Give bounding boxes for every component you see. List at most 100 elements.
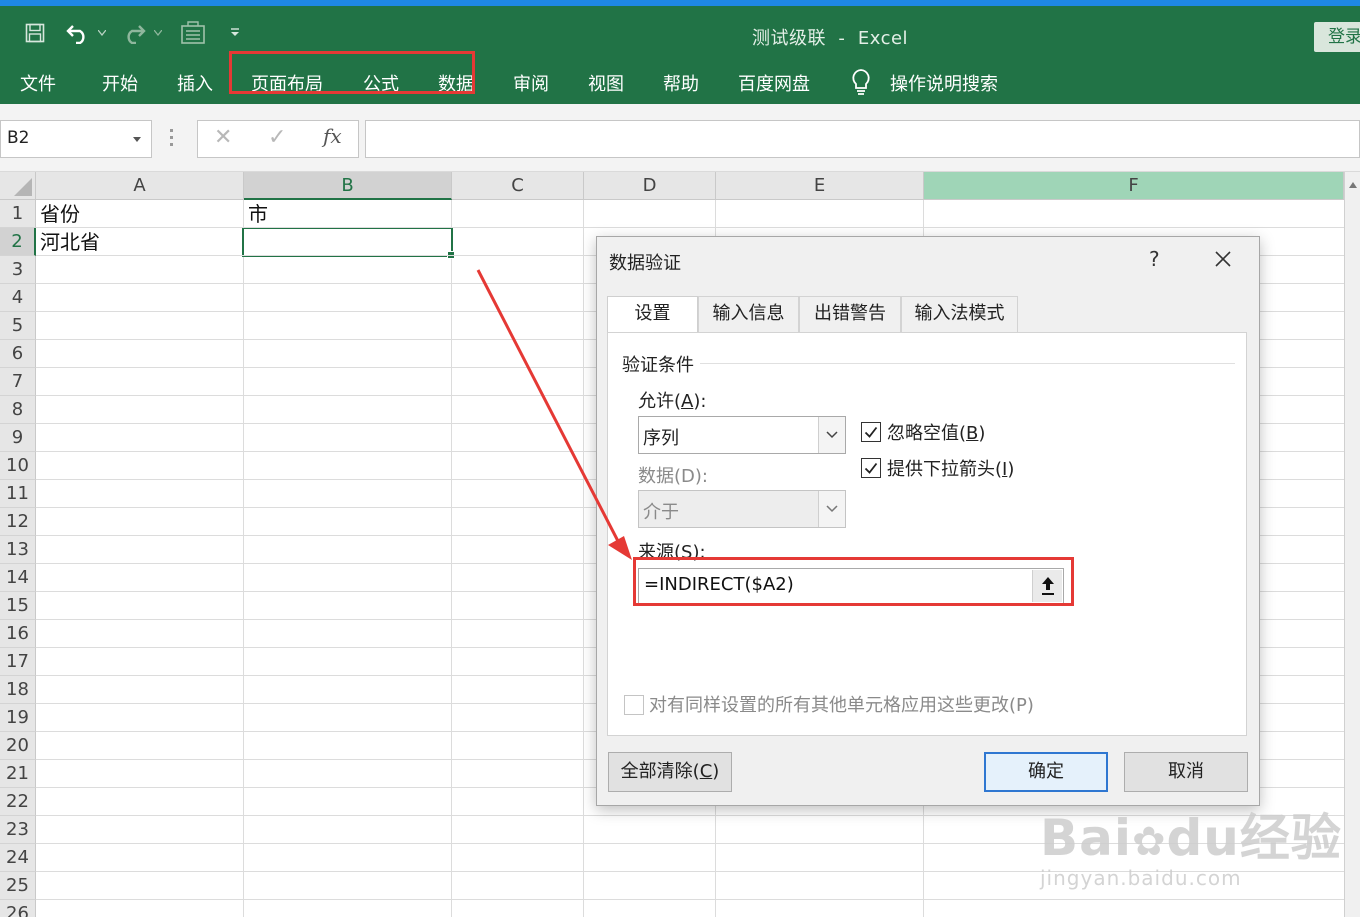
row-header-5[interactable]: 5	[0, 312, 36, 340]
data-validation-dialog: 数据验证 ? 设置 输入信息 出错警告 输入法模式 验证条件 允许(A): 序列…	[596, 236, 1260, 806]
ok-button[interactable]: 确定	[984, 752, 1108, 792]
row-header-14[interactable]: 14	[0, 564, 36, 592]
in-cell-dropdown-checkbox[interactable]	[861, 458, 881, 478]
clear-all-button[interactable]: 全部清除(C)	[608, 752, 732, 792]
tab-help[interactable]: 帮助	[663, 70, 699, 96]
formula-buttons: ✕ ✓ fx	[197, 120, 359, 158]
tab-review[interactable]: 审阅	[513, 70, 549, 96]
allow-label: 允许(A):	[638, 391, 707, 412]
gridline	[583, 200, 584, 917]
cancel-button[interactable]: 取消	[1124, 752, 1248, 792]
tab-home[interactable]: 开始	[102, 70, 138, 96]
select-all-button[interactable]	[0, 172, 36, 200]
row-header-13[interactable]: 13	[0, 536, 36, 564]
data-operator-value: 介于	[643, 502, 679, 523]
apply-all-label: 对有同样设置的所有其他单元格应用这些更改(P)	[649, 695, 1034, 716]
row-header-17[interactable]: 17	[0, 648, 36, 676]
validation-criteria-label: 验证条件	[622, 355, 694, 376]
active-cell-b2[interactable]	[242, 227, 455, 259]
ignore-blank-label: 忽略空值(B)	[887, 423, 986, 444]
tab-ime-mode[interactable]: 输入法模式	[901, 296, 1018, 332]
formula-input[interactable]	[365, 120, 1360, 158]
cell-a1[interactable]: 省份	[36, 200, 80, 228]
title-bar: 测试级联 - Excel 登录	[0, 0, 1360, 58]
row-header-16[interactable]: 16	[0, 620, 36, 648]
ribbon-tabs: 文件 开始 插入 页面布局 公式 数据 审阅 视图 帮助 百度网盘 操作说明搜索	[0, 58, 1360, 104]
apply-all-checkbox[interactable]	[624, 695, 644, 715]
cell-b1[interactable]: 市	[244, 200, 268, 228]
row-header-22[interactable]: 22	[0, 788, 36, 816]
formula-bar: B2 ✕ ✓ fx	[0, 104, 1360, 172]
row-header-21[interactable]: 21	[0, 760, 36, 788]
in-cell-dropdown-label: 提供下拉箭头(I)	[887, 459, 1015, 480]
name-box[interactable]: B2	[0, 120, 152, 158]
help-icon[interactable]: ?	[1149, 247, 1160, 271]
row-header-6[interactable]: 6	[0, 340, 36, 368]
cancel-icon[interactable]: ✕	[214, 125, 232, 150]
tab-baidu-netdisk[interactable]: 百度网盘	[738, 70, 810, 96]
gridline	[36, 899, 1344, 900]
data-label: 数据(D):	[638, 466, 708, 487]
row-header-20[interactable]: 20	[0, 732, 36, 760]
highlight-box-cell	[229, 51, 475, 94]
gridline	[243, 200, 244, 917]
row-header-11[interactable]: 11	[0, 480, 36, 508]
ignore-blank-checkbox[interactable]	[861, 422, 881, 442]
row-header-25[interactable]: 25	[0, 872, 36, 900]
baidu-watermark: Bai✿du经验 jingyan.baidu.com	[1040, 798, 1342, 890]
tab-error-alert[interactable]: 出错警告	[799, 296, 901, 332]
tab-input-message[interactable]: 输入信息	[698, 296, 799, 332]
enter-icon[interactable]: ✓	[268, 125, 286, 150]
tab-insert[interactable]: 插入	[177, 70, 213, 96]
row-header-9[interactable]: 9	[0, 424, 36, 452]
close-icon[interactable]	[1209, 245, 1237, 273]
scroll-up-icon[interactable]	[1349, 182, 1357, 188]
tab-file[interactable]: 文件	[20, 70, 56, 96]
row-header-18[interactable]: 18	[0, 676, 36, 704]
window-title: 测试级联 - Excel	[751, 28, 909, 49]
cell-a2[interactable]: 河北省	[36, 228, 100, 256]
column-header-f[interactable]: F	[924, 172, 1344, 200]
highlight-box-source	[633, 557, 1074, 606]
row-header-19[interactable]: 19	[0, 704, 36, 732]
splitter-handle[interactable]	[170, 129, 174, 149]
paw-logo-icon: ✿	[1132, 819, 1167, 865]
insert-function-icon[interactable]: fx	[323, 124, 342, 148]
row-header-24[interactable]: 24	[0, 844, 36, 872]
lightbulb-icon	[850, 68, 872, 101]
row-header-12[interactable]: 12	[0, 508, 36, 536]
column-header-c[interactable]: C	[452, 172, 584, 200]
gridline	[36, 227, 1344, 228]
vertical-scrollbar[interactable]	[1344, 172, 1360, 917]
data-operator-select: 介于	[638, 490, 846, 528]
chevron-down-icon[interactable]	[818, 417, 845, 453]
column-header-a[interactable]: A	[36, 172, 244, 200]
column-header-d[interactable]: D	[584, 172, 716, 200]
row-header-7[interactable]: 7	[0, 368, 36, 396]
row-header-26[interactable]: 26	[0, 900, 36, 917]
group-divider	[700, 363, 1235, 364]
gridline	[451, 200, 452, 917]
tell-me-search[interactable]: 操作说明搜索	[890, 70, 998, 96]
column-header-e[interactable]: E	[716, 172, 924, 200]
row-header-15[interactable]: 15	[0, 592, 36, 620]
chevron-down-icon	[818, 491, 845, 527]
row-header-2[interactable]: 2	[0, 228, 36, 256]
tab-view[interactable]: 视图	[588, 70, 624, 96]
tab-settings[interactable]: 设置	[607, 296, 698, 334]
row-header-8[interactable]: 8	[0, 396, 36, 424]
login-button[interactable]: 登录	[1314, 22, 1360, 52]
name-box-value: B2	[7, 128, 30, 148]
row-header-10[interactable]: 10	[0, 452, 36, 480]
dialog-title: 数据验证	[609, 253, 681, 274]
settings-panel: 验证条件 允许(A): 序列 忽略空值(B) 提供下拉箭头(I) 数据(D): …	[607, 332, 1247, 736]
row-header-23[interactable]: 23	[0, 816, 36, 844]
watermark-brand: Bai✿du经验	[1040, 809, 1342, 867]
chevron-down-icon[interactable]	[133, 137, 141, 142]
row-header-3[interactable]: 3	[0, 256, 36, 284]
column-header-b[interactable]: B	[244, 172, 452, 200]
allow-select[interactable]: 序列	[638, 416, 846, 454]
row-header-4[interactable]: 4	[0, 284, 36, 312]
allow-select-value: 序列	[643, 428, 679, 449]
row-header-1[interactable]: 1	[0, 200, 36, 228]
